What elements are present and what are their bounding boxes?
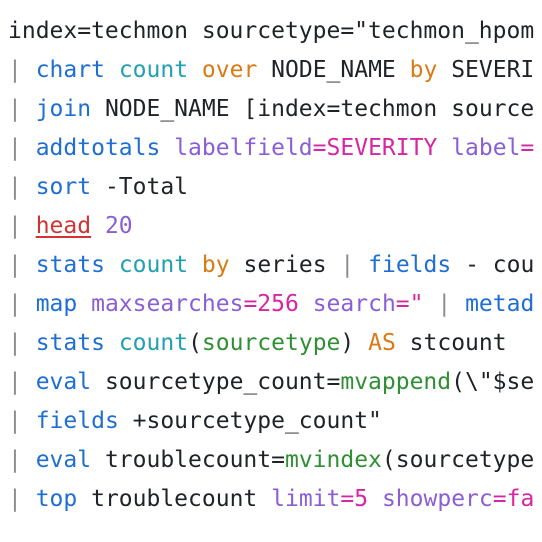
pipe-symbol: |: [8, 174, 36, 200]
pipe-symbol: |: [8, 213, 36, 239]
query-text: (\"$se: [451, 369, 535, 395]
query-line: | head 20: [8, 211, 133, 241]
spl-command: metad: [465, 291, 535, 317]
spl-command: stats: [35, 330, 105, 356]
spl-argument: limit: [271, 486, 341, 512]
query-line: | stats count by series | fields - cou: [8, 250, 534, 280]
query-line: | eval sourcetype_count=mvappend(\"$se: [8, 367, 534, 397]
spl-number: 20: [104, 213, 133, 239]
spl-value: =: [492, 486, 507, 512]
spl-value: =: [243, 291, 258, 317]
query-text: [160, 135, 174, 161]
query-text: series: [229, 252, 341, 278]
spl-command: map: [35, 291, 78, 317]
spl-value: =: [340, 486, 355, 512]
query-text: +sourcetype_count": [118, 408, 382, 434]
spl-command: eval: [35, 369, 92, 395]
spl-argument: showperc: [381, 486, 493, 512]
spl-function: count: [118, 252, 189, 278]
query-line: | fields +sourcetype_count": [8, 406, 382, 436]
spl-command: fields: [368, 252, 452, 278]
spl-command: join: [35, 96, 92, 122]
spl-value: =: [395, 291, 410, 317]
query-text: [77, 291, 91, 317]
pipe-symbol: |: [8, 369, 36, 395]
pipe-symbol: |: [437, 291, 452, 317]
pipe-symbol: |: [8, 252, 36, 278]
spl-command: eval: [35, 447, 92, 473]
query-text: NODE_NAME [index=techmon source: [91, 96, 535, 122]
spl-command: sort: [35, 174, 92, 200]
query-text: [299, 291, 313, 317]
query-text: SEVERI: [437, 57, 535, 83]
query-line: | map maxsearches=256 search=" | metad: [8, 289, 534, 319]
query-text: [188, 252, 202, 278]
query-text: ): [340, 330, 369, 356]
query-text: NODE_NAME: [257, 57, 410, 83]
pipe-symbol: |: [8, 57, 36, 83]
query-line: | eval troublecount=mvindex(sourcetype: [8, 445, 534, 475]
spl-function: count: [118, 330, 189, 356]
spl-argument: maxsearches: [91, 291, 244, 317]
query-line: | sort -Total: [8, 172, 188, 202]
head-command-link[interactable]: head: [36, 213, 91, 239]
query-line: | addtotals labelfield=SEVERITY label=: [8, 133, 534, 163]
spl-command: top: [35, 486, 78, 512]
query-text: (: [188, 330, 202, 356]
eval-function: sourcetype: [201, 330, 341, 356]
query-text: sourcetype_count=: [91, 369, 341, 395]
spl-argument: label: [451, 135, 521, 161]
pipe-symbol: |: [340, 252, 355, 278]
query-text: [368, 486, 382, 512]
spl-keyword: AS: [368, 330, 396, 356]
query-text: [188, 57, 202, 83]
spl-value: SEVERITY: [326, 135, 438, 161]
query-line: | chart count over NODE_NAME by SEVERI: [8, 55, 534, 85]
pipe-symbol: |: [8, 96, 36, 122]
spl-argument: search: [312, 291, 396, 317]
spl-keyword: by: [201, 252, 230, 278]
spl-command: fields: [35, 408, 119, 434]
query-text: - cou: [451, 252, 535, 278]
query-text: troublecount: [77, 486, 272, 512]
pipe-symbol: |: [8, 135, 36, 161]
query-text: [91, 213, 105, 239]
pipe-symbol: |: [8, 447, 36, 473]
spl-value: 5: [354, 486, 369, 512]
spl-command: stats: [35, 252, 105, 278]
pipe-symbol: |: [8, 408, 36, 434]
spl-function: count: [118, 57, 189, 83]
query-line: | join NODE_NAME [index=techmon source: [8, 94, 534, 124]
query-text: [105, 252, 119, 278]
query-text: [437, 135, 451, 161]
spl-value: 256: [257, 291, 299, 317]
query-line: index=techmon sourcetype="techmon_hpom: [8, 16, 534, 46]
spl-value: fa: [506, 486, 535, 512]
spl-argument: labelfield: [174, 135, 313, 161]
query-text: [105, 330, 119, 356]
query-text: -Total: [91, 174, 189, 200]
pipe-symbol: |: [8, 291, 36, 317]
spl-keyword: by: [409, 57, 438, 83]
spl-query-editor[interactable]: index=techmon sourcetype="techmon_hpom | …: [0, 0, 542, 542]
query-text: index=techmon sourcetype="techmon_hpom: [8, 18, 535, 44]
query-text: [105, 57, 119, 83]
spl-value: =: [312, 135, 327, 161]
spl-keyword: over: [201, 57, 258, 83]
query-text: [451, 291, 465, 317]
query-text: stcount: [395, 330, 507, 356]
spl-command: addtotals: [35, 135, 161, 161]
query-text: troublecount=: [91, 447, 285, 473]
pipe-symbol: |: [8, 486, 36, 512]
eval-function: mvindex: [284, 447, 382, 473]
spl-value: ": [409, 291, 438, 317]
eval-function: mvappend: [340, 369, 452, 395]
query-text: [354, 252, 368, 278]
spl-command: chart: [35, 57, 105, 83]
query-line: | top troublecount limit=5 showperc=fa: [8, 484, 534, 514]
query-line: | stats count(sourcetype) AS stcount: [8, 328, 507, 358]
query-text: (sourcetype: [381, 447, 535, 473]
pipe-symbol: |: [8, 330, 36, 356]
spl-value: =: [520, 135, 535, 161]
